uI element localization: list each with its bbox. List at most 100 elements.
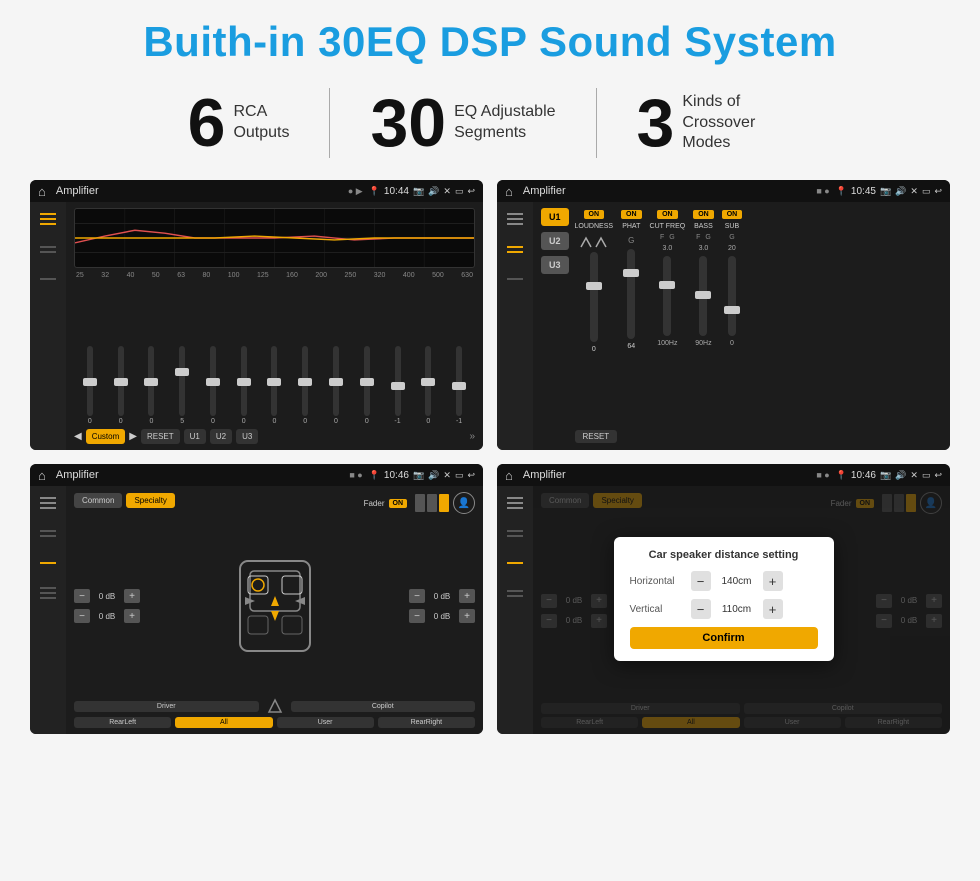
phat-slider[interactable] [627, 249, 635, 339]
time-1: 10:44 [384, 186, 409, 197]
vertical-value: 110cm [717, 604, 757, 615]
stat-eq-desc: EQ Adjustable Segments [454, 102, 555, 144]
crossover-u1-btn[interactable]: U1 [541, 208, 569, 226]
fader-tab-common[interactable]: Common [74, 493, 122, 508]
crossover-u3-btn[interactable]: U3 [541, 256, 569, 274]
sidebar-eq-icon-2[interactable] [504, 210, 526, 228]
sidebar-wave-icon-2[interactable] [504, 240, 526, 258]
eq-slider-3[interactable]: 5 [168, 346, 196, 425]
stat-crossover-number: 3 [637, 89, 675, 157]
home-icon-4[interactable]: ⌂ [505, 468, 513, 483]
status-bar-2: ⌂ Amplifier ■ ● 📍 10:45 📷 🔊 ✕ ▭ ↩ [497, 180, 950, 202]
sidebar-speaker-icon-4[interactable] [504, 554, 526, 572]
eq-slider-5[interactable]: 0 [230, 346, 258, 425]
confirm-button[interactable]: Confirm [630, 627, 818, 649]
phat-on-badge[interactable]: ON [621, 210, 642, 219]
cutfreq-on-badge[interactable]: ON [657, 210, 678, 219]
home-icon-1[interactable]: ⌂ [38, 184, 46, 199]
db-plus-fl[interactable]: + [124, 589, 140, 603]
db-val-fl: 0 dB [93, 592, 121, 601]
sidebar-wave-icon-3[interactable] [37, 524, 59, 542]
eq-u2-btn[interactable]: U2 [210, 429, 232, 444]
fader-copilot-btn[interactable]: Copilot [291, 701, 476, 712]
sidebar-expand-icon-4[interactable] [504, 584, 526, 602]
sidebar-eq-icon-4[interactable] [504, 494, 526, 512]
eq-custom-btn[interactable]: Custom [86, 429, 126, 444]
back-icon-3[interactable]: ↩ [467, 470, 475, 481]
sub-on-badge[interactable]: ON [722, 210, 743, 219]
db-minus-rl[interactable]: − [74, 609, 90, 623]
db-minus-rr[interactable]: − [409, 609, 425, 623]
back-icon-1[interactable]: ↩ [467, 186, 475, 197]
location-icon-3: 📍 [369, 470, 380, 481]
eq-slider-1[interactable]: 0 [107, 346, 135, 425]
db-control-fr: − 0 dB + [409, 589, 475, 603]
db-plus-rr[interactable]: + [459, 609, 475, 623]
eq-slider-8[interactable]: 0 [322, 346, 350, 425]
loudness-on-badge[interactable]: ON [584, 210, 605, 219]
bass-on-badge[interactable]: ON [693, 210, 714, 219]
fader-rearright-btn[interactable]: RearRight [378, 717, 475, 728]
sidebar-wave-icon[interactable] [37, 240, 59, 258]
eq-slider-6[interactable]: 0 [261, 346, 289, 425]
sidebar-speaker-icon-2[interactable] [504, 270, 526, 288]
fader-on-btn[interactable]: ON [389, 499, 408, 508]
eq-slider-7[interactable]: 0 [291, 346, 319, 425]
db-plus-fr[interactable]: + [459, 589, 475, 603]
eq-slider-0[interactable]: 0 [76, 346, 104, 425]
sidebar-speaker-icon[interactable] [37, 270, 59, 288]
screen-eq: ⌂ Amplifier ● ▶ 📍 10:44 📷 🔊 ✕ ▭ ↩ [30, 180, 483, 450]
eq-slider-12[interactable]: -1 [445, 346, 473, 425]
crossover-u2-btn[interactable]: U2 [541, 232, 569, 250]
eq-main: 25 32 40 50 63 80 100 125 160 200 250 32… [66, 202, 483, 450]
home-icon-3[interactable]: ⌂ [38, 468, 46, 483]
back-icon-4[interactable]: ↩ [934, 470, 942, 481]
location-icon-2: 📍 [836, 186, 847, 197]
bass-slider[interactable] [699, 256, 707, 336]
vertical-minus-btn[interactable]: − [691, 599, 711, 619]
sidebar-eq-icon[interactable] [37, 210, 59, 228]
close-icon-3: ✕ [443, 470, 451, 481]
horizontal-plus-btn[interactable]: + [763, 571, 783, 591]
fader-user-btn[interactable]: User [277, 717, 374, 728]
time-3: 10:46 [384, 470, 409, 481]
eq-prev-btn[interactable]: ◀ [74, 431, 82, 442]
horizontal-minus-btn[interactable]: − [691, 571, 711, 591]
sidebar-wave-icon-4[interactable] [504, 524, 526, 542]
stats-row: 6 RCA Outputs 30 EQ Adjustable Segments … [30, 88, 950, 158]
fader-rearleft-btn[interactable]: RearLeft [74, 717, 171, 728]
horizontal-row: Horizontal − 140cm + [630, 571, 818, 591]
ctrl-cutfreq: ON CUT FREQ FG 3.0 100Hz [650, 210, 686, 353]
eq-slider-10[interactable]: -1 [384, 346, 412, 425]
eq-next-btn[interactable]: ▶ [129, 431, 137, 442]
screen1-content: 25 32 40 50 63 80 100 125 160 200 250 32… [30, 202, 483, 450]
back-icon-2[interactable]: ↩ [934, 186, 942, 197]
close-icon-1: ✕ [443, 186, 451, 197]
fader-user-icon[interactable]: 👤 [453, 492, 475, 514]
eq-slider-2[interactable]: 0 [138, 346, 166, 425]
fader-tab-specialty[interactable]: Specialty [126, 493, 174, 508]
vertical-plus-btn[interactable]: + [763, 599, 783, 619]
eq-reset-btn[interactable]: RESET [141, 429, 180, 444]
eq-slider-11[interactable]: 0 [414, 346, 442, 425]
sub-slider[interactable] [728, 256, 736, 336]
sidebar-eq-icon-3[interactable] [37, 494, 59, 512]
screen2-sidebar [497, 202, 533, 450]
eq-u3-btn[interactable]: U3 [236, 429, 258, 444]
fader-all-btn[interactable]: All [175, 717, 272, 728]
sidebar-speaker-icon-3[interactable] [37, 554, 59, 572]
eq-slider-4[interactable]: 0 [199, 346, 227, 425]
cutfreq-slider[interactable] [663, 256, 671, 336]
expand-icon[interactable]: » [469, 431, 475, 442]
db-plus-rl[interactable]: + [124, 609, 140, 623]
crossover-reset-btn[interactable]: RESET [575, 430, 618, 443]
db-minus-fl[interactable]: − [74, 589, 90, 603]
fader-driver-btn[interactable]: Driver [74, 701, 259, 712]
volume-icon-2: 🔊 [895, 186, 906, 197]
loudness-slider[interactable] [590, 252, 598, 342]
eq-u1-btn[interactable]: U1 [184, 429, 206, 444]
eq-slider-9[interactable]: 0 [353, 346, 381, 425]
home-icon-2[interactable]: ⌂ [505, 184, 513, 199]
db-minus-fr[interactable]: − [409, 589, 425, 603]
sidebar-expand-icon-3[interactable] [37, 584, 59, 602]
